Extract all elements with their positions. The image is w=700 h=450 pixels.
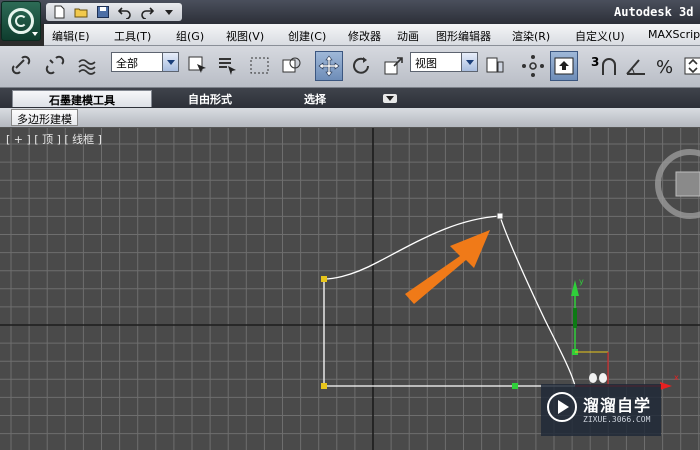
redo-icon[interactable] [138, 4, 156, 20]
menu-edit[interactable]: 编辑(E) [52, 28, 90, 44]
watermark: 溜溜自学 ZIXUE.3066.COM [541, 384, 661, 436]
svg-text:y: y [579, 277, 584, 286]
watermark-url: ZIXUE.3066.COM [583, 415, 651, 424]
play-logo-icon [547, 392, 577, 422]
window-crossing-icon[interactable] [278, 51, 306, 81]
percent-snap-icon[interactable]: % [652, 51, 680, 81]
menu-create[interactable]: 创建(C) [288, 28, 326, 44]
open-folder-icon[interactable] [72, 4, 90, 20]
spline-vertex[interactable] [512, 383, 518, 389]
rectangular-selection-icon[interactable] [246, 51, 274, 81]
ribbon-panel: 多边形建模 [0, 108, 700, 128]
angle-snap-icon[interactable] [622, 51, 650, 81]
watermark-name: 溜溜自学 [583, 396, 652, 415]
menu-maxscript[interactable]: MAXScript [648, 28, 700, 41]
reference-coordinate-dropdown[interactable]: 视图 [410, 52, 478, 72]
menu-group[interactable]: 组(G) [176, 28, 204, 44]
reference-coordinate-value: 视图 [415, 57, 437, 70]
chevron-down-icon [32, 32, 38, 36]
unlink-icon[interactable] [42, 51, 70, 81]
select-object-icon[interactable] [184, 51, 212, 81]
spline-vertex-selected[interactable] [496, 212, 504, 220]
save-icon[interactable] [94, 4, 112, 20]
bind-space-warp-icon[interactable] [74, 51, 102, 81]
select-manipulate-icon[interactable] [519, 51, 547, 81]
tab-freeform[interactable]: 自由形式 [165, 90, 255, 107]
ribbon-minimize-button[interactable] [383, 94, 397, 103]
select-and-scale-icon[interactable] [380, 51, 408, 81]
spline-shape[interactable] [323, 215, 576, 387]
new-file-icon[interactable] [50, 4, 68, 20]
viewport-label[interactable]: [ + ] [ 顶 ] [ 线框 ] [6, 131, 102, 147]
quick-access-toolbar [46, 3, 182, 21]
spinner-snap-icon[interactable] [679, 51, 700, 81]
keyboard-shortcut-override-icon[interactable] [550, 51, 578, 81]
title-bar: Autodesk 3d [0, 0, 700, 24]
tab-graphite-modeling[interactable]: 石墨建模工具 [12, 90, 152, 107]
menu-bar: 编辑(E) 工具(T) 组(G) 视图(V) 创建(C) 修改器 动画 图形编辑… [44, 24, 700, 46]
panel-polygon-modeling[interactable]: 多边形建模 [11, 109, 78, 126]
select-and-move-icon[interactable] [315, 51, 343, 81]
menu-graph-editors[interactable]: 图形编辑器 [436, 28, 491, 44]
menu-modifiers[interactable]: 修改器 [348, 28, 381, 44]
undo-icon[interactable] [116, 4, 134, 20]
svg-text:x: x [674, 373, 679, 382]
selection-filter-dropdown[interactable]: 全部 [111, 52, 179, 72]
menu-animation[interactable]: 动画 [397, 28, 419, 44]
select-and-rotate-icon[interactable] [347, 51, 375, 81]
snaps-toggle-icon[interactable]: 3 [589, 51, 623, 81]
svg-text:%: % [656, 57, 673, 78]
chevron-down-icon [162, 53, 178, 71]
ribbon-tabs: 石墨建模工具 自由形式 选择 [0, 88, 700, 108]
app-title: Autodesk 3d [614, 5, 694, 19]
tab-selection[interactable]: 选择 [285, 90, 345, 107]
cursor-icon [589, 373, 607, 383]
chevron-down-icon [461, 53, 477, 71]
link-icon[interactable] [8, 51, 36, 81]
selection-filter-value: 全部 [116, 57, 138, 70]
menu-customize[interactable]: 自定义(U) [575, 28, 625, 44]
menu-rendering[interactable]: 渲染(R) [512, 28, 550, 44]
qat-dropdown-icon[interactable] [160, 4, 178, 20]
pivot-center-icon[interactable] [481, 51, 509, 81]
select-by-name-icon[interactable] [214, 51, 242, 81]
main-toolbar: 全部 视图 3 % [0, 46, 700, 88]
spline-vertex[interactable] [321, 276, 327, 282]
menu-tools[interactable]: 工具(T) [114, 28, 151, 44]
spline-vertex[interactable] [321, 383, 327, 389]
app-menu-button[interactable] [1, 1, 41, 41]
menu-view[interactable]: 视图(V) [226, 28, 264, 44]
